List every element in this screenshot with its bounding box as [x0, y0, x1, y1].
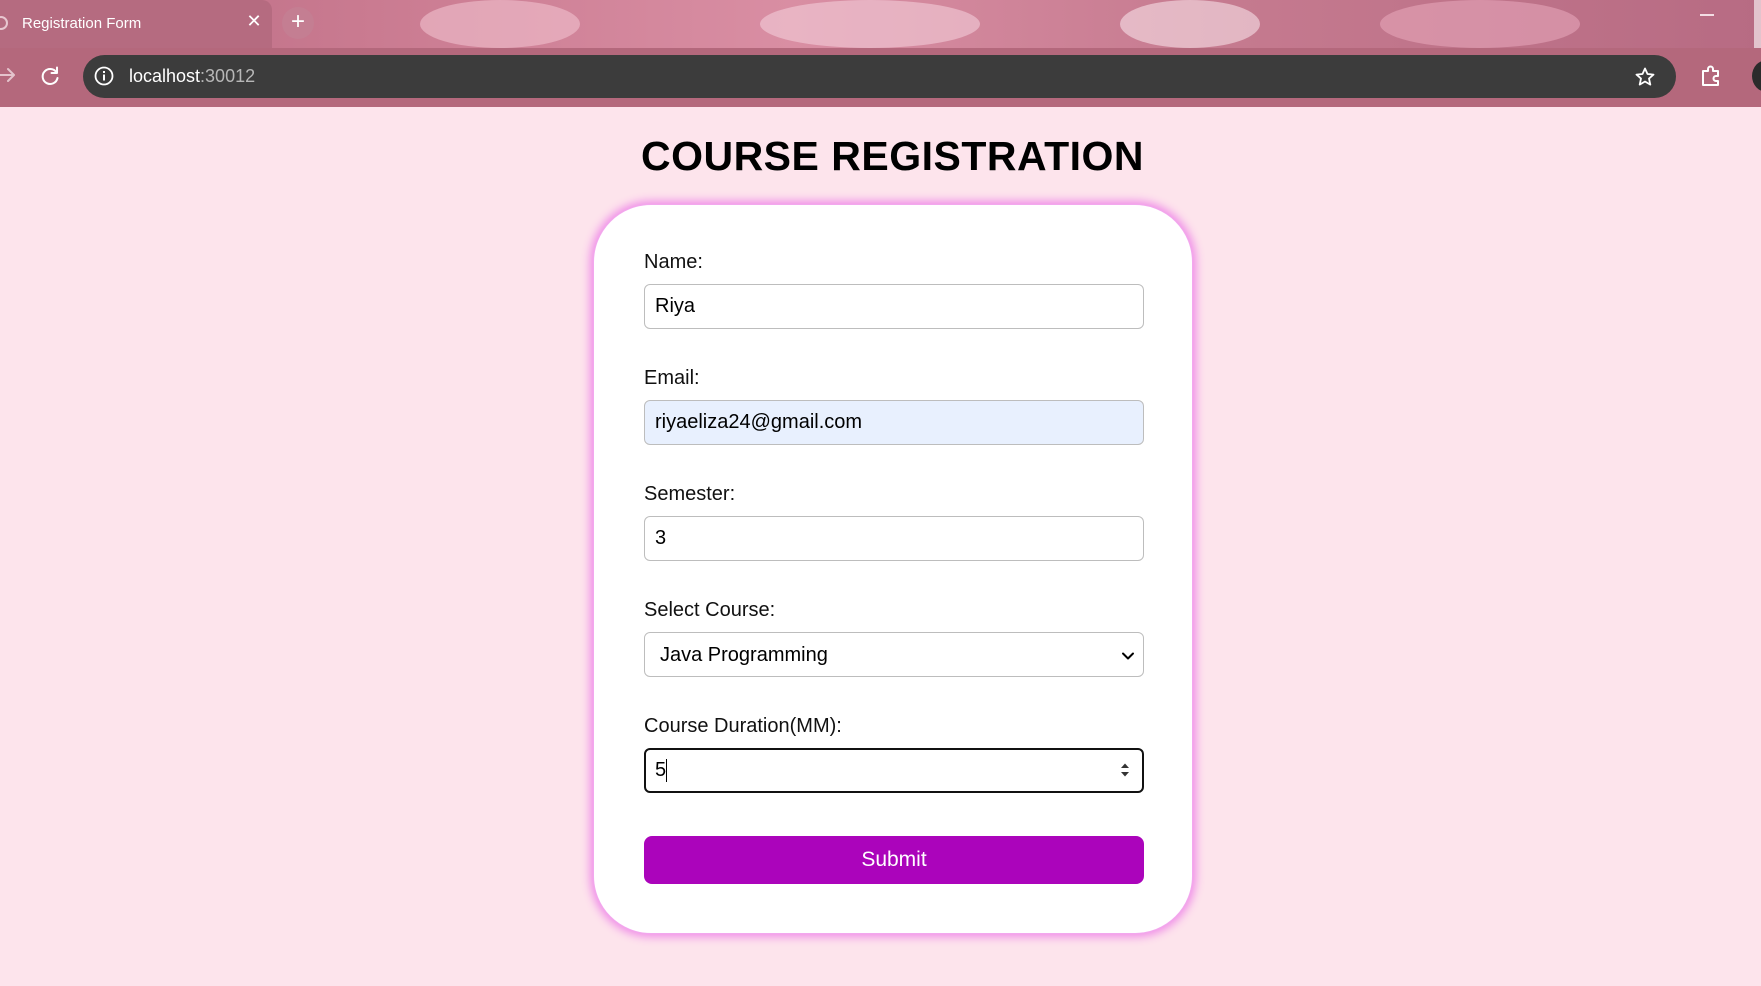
url-host: localhost	[129, 66, 201, 86]
course-select[interactable]: Java Programming	[644, 632, 1144, 677]
address-url: localhost:30012	[129, 66, 255, 87]
name-label: Name:	[644, 251, 703, 273]
course-label: Select Course:	[644, 599, 776, 621]
duration-field-wrapper	[594, 748, 1194, 793]
theme-flower-decoration	[1380, 0, 1580, 48]
page-body: COURSE REGISTRATION Name: Email: Semeste…	[0, 107, 1761, 986]
submit-button[interactable]: Submit	[644, 836, 1144, 884]
registration-form-card: Name: Email: Semester: Select Course: Ja…	[593, 204, 1193, 934]
window-edge	[1754, 0, 1761, 48]
site-info-icon[interactable]	[93, 65, 115, 87]
chevron-down-icon	[1122, 652, 1134, 660]
address-bar[interactable]: localhost:30012	[83, 55, 1676, 98]
close-tab-icon[interactable]: ✕	[244, 11, 264, 31]
url-port: :30012	[200, 66, 256, 86]
profile-avatar[interactable]	[1752, 60, 1761, 92]
theme-flower-decoration	[420, 0, 580, 48]
duration-label: Course Duration(MM):	[644, 715, 842, 737]
new-tab-button[interactable]: +	[282, 7, 314, 39]
duration-number-input[interactable]	[644, 748, 1144, 793]
email-label: Email:	[644, 367, 700, 389]
theme-flower-decoration	[760, 0, 980, 48]
globe-icon	[0, 16, 8, 30]
course-select-value: Java Programming	[660, 644, 828, 666]
extensions-puzzle-icon[interactable]	[1698, 63, 1724, 89]
browser-chrome: Registration Form ✕ + localhost:30012	[0, 0, 1761, 107]
theme-flower-decoration	[1120, 0, 1260, 48]
number-spinner-icon[interactable]	[1118, 760, 1132, 780]
email-input[interactable]	[644, 400, 1144, 445]
reload-icon[interactable]	[38, 64, 62, 88]
tab-registration-form[interactable]: Registration Form ✕	[0, 0, 272, 48]
browser-toolbar: localhost:30012	[0, 48, 1761, 107]
forward-arrow-icon[interactable]	[0, 64, 18, 86]
tab-title: Registration Form	[22, 15, 142, 32]
semester-label: Semester:	[644, 483, 736, 505]
semester-input[interactable]	[644, 516, 1144, 561]
minimize-window-button[interactable]	[1700, 14, 1714, 16]
page-title: COURSE REGISTRATION	[640, 133, 1145, 179]
name-input[interactable]	[644, 284, 1144, 329]
bookmark-star-icon[interactable]	[1633, 65, 1657, 89]
